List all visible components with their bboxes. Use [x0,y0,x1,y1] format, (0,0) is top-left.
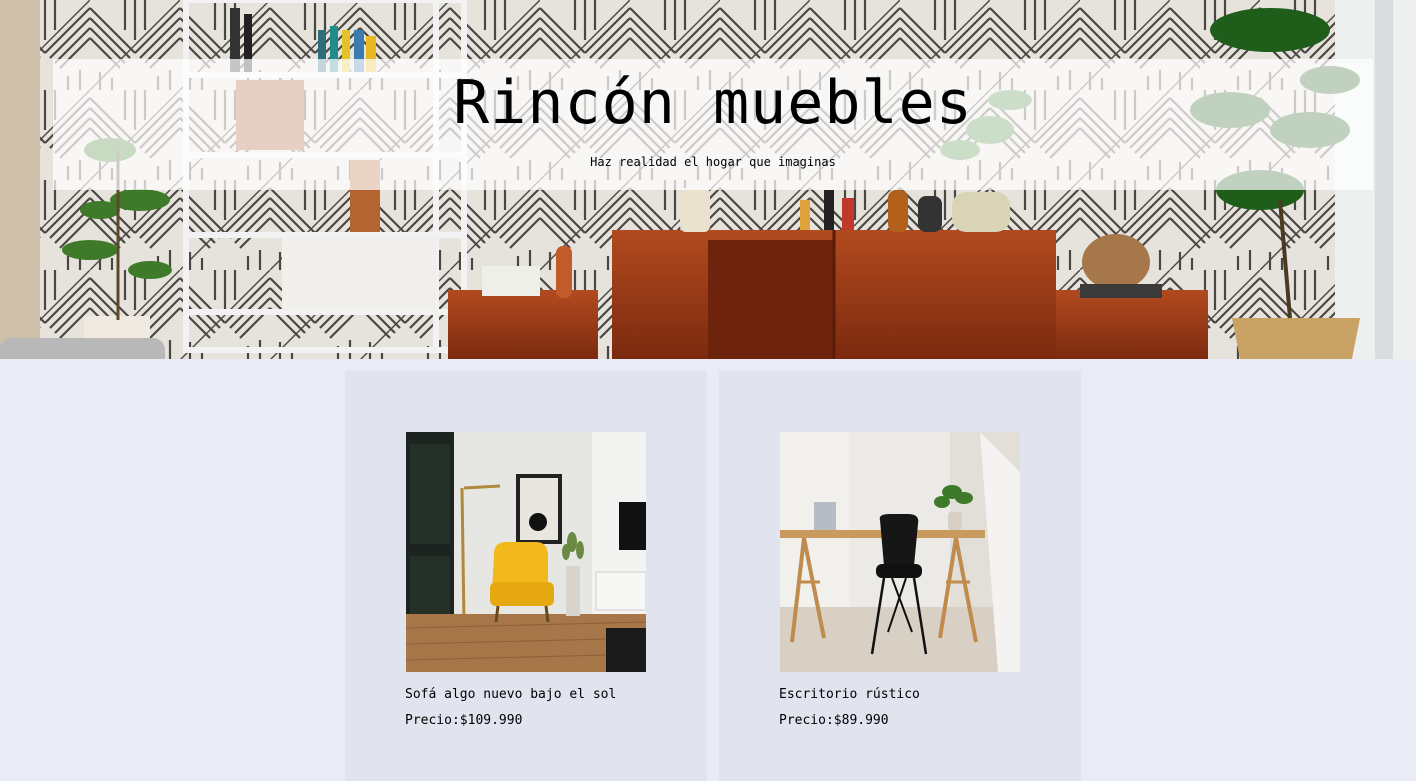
site-subtitle: Haz realidad el hogar que imaginas [590,155,836,169]
product-price: Precio:$109.990 [405,713,522,728]
hero-banner: Rincón muebles Haz realidad el hogar que… [0,0,1416,359]
price-value: $109.990 [459,713,523,728]
product-card[interactable]: Sofá algo nuevo bajo el sol Precio:$109.… [345,371,707,781]
product-name[interactable]: Escritorio rústico [779,687,920,702]
site-title: Rincón muebles [453,68,973,138]
product-price: Precio:$89.990 [779,713,889,728]
price-label: Precio: [779,713,834,728]
price-label: Precio: [405,713,460,728]
price-value: $89.990 [833,713,889,728]
title-band: Rincón muebles Haz realidad el hogar que… [53,59,1373,190]
product-name[interactable]: Sofá algo nuevo bajo el sol [405,687,616,702]
yellow-armchair-photo[interactable] [406,432,646,672]
product-card[interactable]: Escritorio rústico Precio:$89.990 [719,371,1081,781]
desk-with-black-chair-photo[interactable] [780,432,1020,672]
